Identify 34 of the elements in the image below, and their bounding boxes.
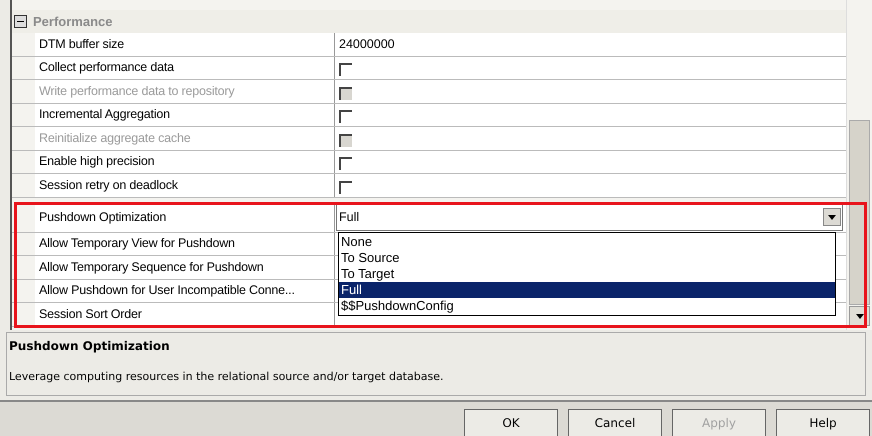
- property-name: Allow Pushdown for User Incompatible Conne...: [35, 280, 335, 302]
- property-name: Pushdown Optimization: [35, 202, 335, 232]
- property-name: Incremental Aggregation: [35, 104, 335, 126]
- property-name: Collect performance data: [35, 56, 335, 79]
- scrollbar-thumb[interactable]: [849, 120, 870, 305]
- down-arrow-icon: [828, 214, 836, 220]
- checkbox[interactable]: [339, 157, 352, 170]
- description-text: Leverage computing resources in the relational source and/or target database.: [9, 369, 444, 385]
- property-name: Allow Temporary Sequence for Pushdown: [35, 256, 335, 278]
- dialog-button[interactable]: Help: [776, 409, 870, 436]
- dialog-button[interactable]: Cancel: [568, 409, 662, 436]
- collapse-toggle[interactable]: [14, 15, 27, 28]
- description-title: Pushdown Optimization: [9, 338, 171, 355]
- down-arrow-icon: [856, 314, 864, 318]
- dropdown-option[interactable]: None: [339, 234, 835, 250]
- dropdown-field[interactable]: Full: [336, 204, 843, 230]
- dialog-button[interactable]: OK: [464, 409, 558, 436]
- property-name: Enable high precision: [35, 150, 335, 173]
- property-name: Reinitialize aggregate cache: [35, 127, 335, 150]
- property-name: Session retry on deadlock: [35, 174, 335, 196]
- dropdown-option[interactable]: To Target: [339, 266, 835, 282]
- property-value[interactable]: 24000000: [339, 34, 395, 54]
- section-title: Performance: [33, 12, 112, 31]
- property-name: Write performance data to repository: [35, 80, 335, 102]
- checkbox[interactable]: [339, 180, 352, 194]
- dropdown-option[interactable]: Full: [339, 282, 835, 298]
- vertical-scrollbar[interactable]: [846, 0, 872, 330]
- checkbox[interactable]: [339, 110, 352, 124]
- property-name: DTM buffer size: [35, 33, 335, 56]
- property-name: Allow Temporary View for Pushdown: [35, 232, 335, 255]
- property-name: Session Sort Order: [35, 303, 335, 326]
- dropdown-option[interactable]: To Source: [339, 250, 835, 266]
- checkbox[interactable]: [339, 63, 352, 76]
- dropdown-option[interactable]: $$PushdownConfig: [339, 298, 835, 314]
